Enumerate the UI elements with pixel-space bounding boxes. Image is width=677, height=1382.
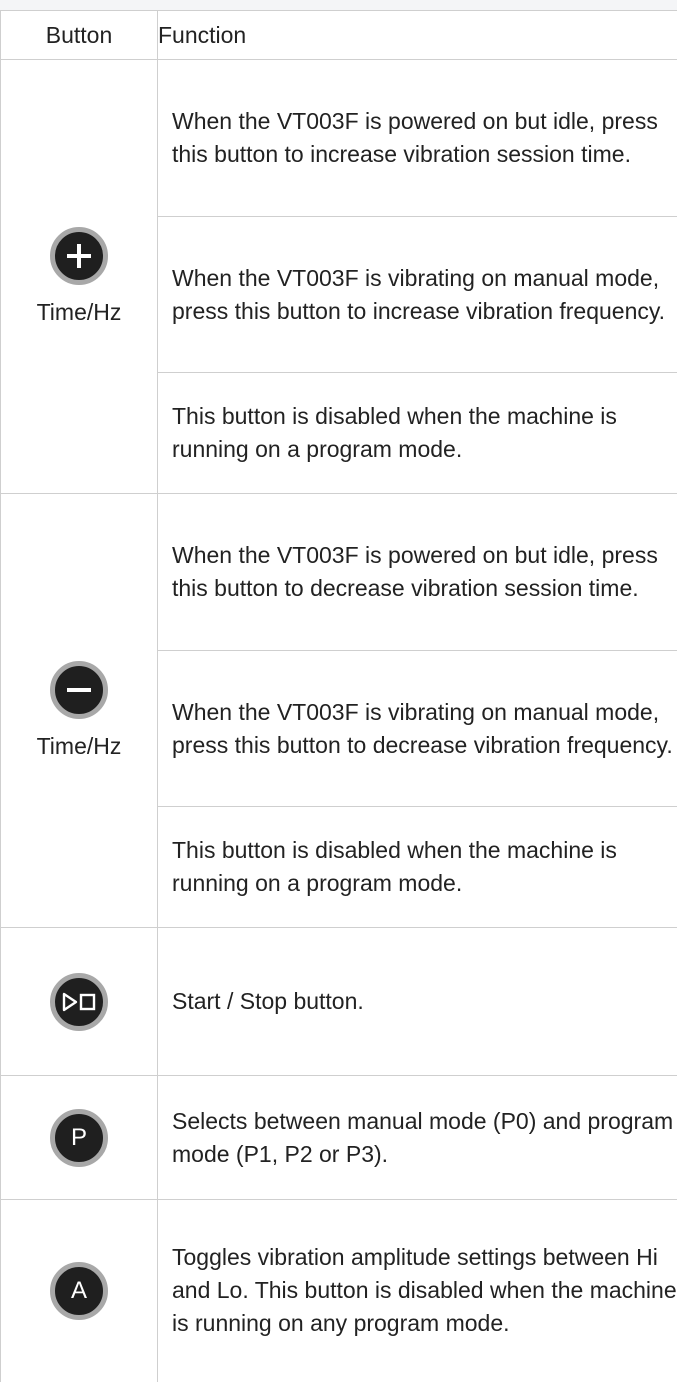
column-header-function: Function [158, 11, 677, 60]
button-label: Time/Hz [37, 733, 122, 760]
plus-button-cell: Time/Hz [1, 60, 158, 494]
table-row: Start / Stop button. [1, 928, 677, 1076]
function-text: This button is disabled when the machine… [158, 807, 677, 928]
a-letter-icon: A [50, 1262, 108, 1320]
function-text: When the VT003F is powered on but idle, … [158, 494, 677, 651]
function-text: When the VT003F is vibrating on manual m… [158, 217, 677, 373]
p-letter-icon: P [50, 1109, 108, 1167]
function-text: Start / Stop button. [158, 928, 677, 1076]
minus-button-cell: Time/Hz [1, 494, 158, 928]
p-button-cell: P [1, 1076, 158, 1200]
icon-letter: A [71, 1279, 87, 1303]
play-stop-button-cell [1, 928, 158, 1076]
function-text: When the VT003F is vibrating on manual m… [158, 651, 677, 807]
table-row: A Toggles vibration amplitude settings b… [1, 1200, 677, 1382]
table-row: Time/Hz When the VT003F is powered on bu… [1, 60, 677, 217]
column-header-button: Button [1, 11, 158, 60]
table-row: P Selects between manual mode (P0) and p… [1, 1076, 677, 1200]
a-button-cell: A [1, 1200, 158, 1382]
function-text: Selects between manual mode (P0) and pro… [158, 1076, 677, 1200]
play-stop-icon [50, 973, 108, 1031]
button-label: Time/Hz [37, 299, 122, 326]
icon-letter: P [71, 1126, 87, 1150]
function-text: When the VT003F is powered on but idle, … [158, 60, 677, 217]
table-row: Time/Hz When the VT003F is powered on bu… [1, 494, 677, 651]
table-header-row: Button Function [1, 11, 677, 60]
function-text: This button is disabled when the machine… [158, 373, 677, 494]
minus-icon [50, 661, 108, 719]
button-function-table: Button Function Time/Hz When the VT003F … [0, 10, 677, 1382]
plus-icon [50, 227, 108, 285]
function-text: Toggles vibration amplitude settings bet… [158, 1200, 677, 1382]
